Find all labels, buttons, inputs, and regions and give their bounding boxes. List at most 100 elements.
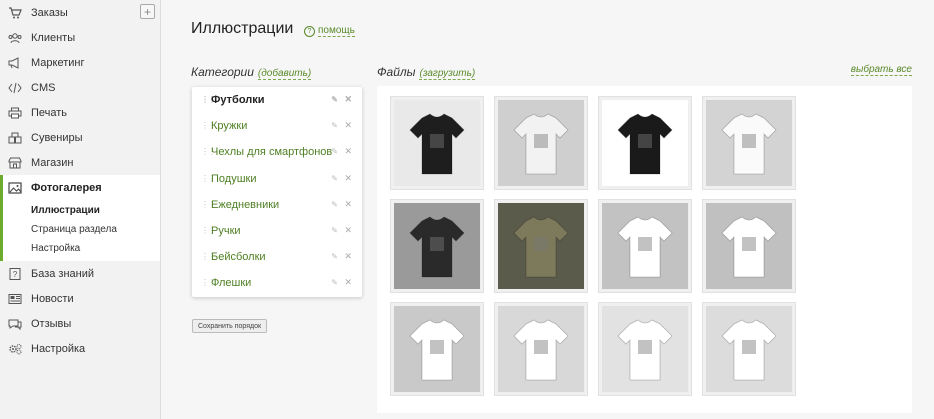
thumbnail-image bbox=[394, 203, 480, 289]
delete-icon[interactable]: ✕ bbox=[344, 173, 352, 184]
delete-icon[interactable]: ✕ bbox=[344, 146, 352, 157]
category-item[interactable]: ⋮⋮ Футболки ✎ ✕ bbox=[192, 87, 362, 113]
thumbnail-image bbox=[602, 203, 688, 289]
category-item[interactable]: ⋮⋮ Флешки ✎ ✕ bbox=[192, 270, 362, 296]
category-label: Подушки bbox=[211, 172, 257, 185]
drag-handle-icon[interactable]: ⋮⋮ bbox=[201, 253, 216, 261]
thumbnail-image bbox=[498, 203, 584, 289]
subnav-item-illustrations[interactable]: Иллюстрации bbox=[0, 201, 160, 220]
sidebar-item-clients[interactable]: Клиенты bbox=[0, 25, 160, 50]
sidebar-item-settings[interactable]: Настройка bbox=[0, 336, 160, 361]
file-thumbnail[interactable] bbox=[702, 96, 796, 190]
categories-list: ⋮⋮ Футболки ✎ ✕ ⋮⋮ Кружки ✎ ✕ ⋮⋮ Чехлы для смартф… bbox=[192, 87, 362, 297]
category-item[interactable]: ⋮⋮ Чехлы для смартфонов ✎ ✕ bbox=[192, 139, 362, 165]
thumbnail-image bbox=[706, 306, 792, 392]
category-label: Ручки bbox=[211, 225, 241, 238]
drag-handle-icon[interactable]: ⋮⋮ bbox=[201, 174, 216, 182]
category-item[interactable]: ⋮⋮ Ручки ✎ ✕ bbox=[192, 218, 362, 244]
save-order-button[interactable]: Сохранить порядок bbox=[192, 319, 268, 333]
category-item[interactable]: ⋮⋮ Ежедневники ✎ ✕ bbox=[192, 192, 362, 218]
category-item[interactable]: ⋮⋮ Кружки ✎ ✕ bbox=[192, 113, 362, 139]
users-icon bbox=[7, 31, 23, 45]
main-content: Иллюстрации ? помощь Категории (добавить)… bbox=[161, 0, 934, 419]
gears-icon bbox=[7, 342, 23, 356]
category-label: Бейсболки bbox=[211, 251, 266, 264]
category-item[interactable]: ⋮⋮ Подушки ✎ ✕ bbox=[192, 166, 362, 192]
edit-icon[interactable]: ✎ bbox=[331, 278, 338, 287]
help-link[interactable]: ? помощь bbox=[304, 25, 355, 37]
sidebar: + Заказы Клиенты Маркетинг CMS Печать Су… bbox=[0, 0, 161, 419]
edit-icon[interactable]: ✎ bbox=[331, 226, 338, 235]
edit-icon[interactable]: ✎ bbox=[331, 252, 338, 261]
edit-icon[interactable]: ✎ bbox=[331, 147, 338, 156]
sidebar-item-label: Маркетинг bbox=[31, 56, 85, 69]
sidebar-item-marketing[interactable]: Маркетинг bbox=[0, 50, 160, 75]
sidebar-item-label: Новости bbox=[31, 292, 74, 305]
delete-icon[interactable]: ✕ bbox=[344, 120, 352, 131]
thumbnail-image bbox=[498, 100, 584, 186]
sidebar-item-print[interactable]: Печать bbox=[0, 100, 160, 125]
edit-icon[interactable]: ✎ bbox=[331, 174, 338, 183]
sidebar-item-photogallery[interactable]: Фотогалерея bbox=[0, 175, 160, 200]
drag-handle-icon[interactable]: ⋮⋮ bbox=[201, 122, 216, 130]
category-label: Кружки bbox=[211, 120, 248, 133]
add-category-link[interactable]: (добавить) bbox=[257, 68, 312, 80]
store-icon bbox=[7, 156, 23, 170]
category-label: Ежедневники bbox=[211, 198, 280, 211]
help-icon: ? bbox=[304, 25, 315, 37]
drag-handle-icon[interactable]: ⋮⋮ bbox=[201, 227, 216, 235]
delete-icon[interactable]: ✕ bbox=[344, 94, 352, 105]
edit-icon[interactable]: ✎ bbox=[331, 121, 338, 130]
thumbnail-image bbox=[706, 203, 792, 289]
file-thumbnail[interactable] bbox=[390, 199, 484, 293]
thumbnail-image bbox=[498, 306, 584, 392]
sidebar-item-label: Фотогалерея bbox=[31, 181, 102, 194]
file-thumbnail[interactable] bbox=[598, 199, 692, 293]
help-label: помощь bbox=[318, 25, 355, 37]
file-thumbnail[interactable] bbox=[494, 96, 588, 190]
upload-link[interactable]: (загрузить) bbox=[419, 68, 476, 80]
page-title: Иллюстрации bbox=[191, 20, 294, 37]
select-all-link[interactable]: выбрать все bbox=[850, 64, 912, 76]
drag-handle-icon[interactable]: ⋮⋮ bbox=[201, 148, 216, 156]
sidebar-item-label: Клиенты bbox=[31, 31, 76, 44]
photogallery-submenu: Иллюстрации Страница раздела Настройка bbox=[0, 200, 160, 261]
category-label: Футболки bbox=[211, 94, 265, 107]
file-thumbnail[interactable] bbox=[494, 302, 588, 396]
file-thumbnail[interactable] bbox=[702, 302, 796, 396]
sidebar-item-cms[interactable]: CMS bbox=[0, 75, 160, 100]
delete-icon[interactable]: ✕ bbox=[344, 251, 352, 262]
sidebar-item-souvenirs[interactable]: Сувениры bbox=[0, 125, 160, 150]
sidebar-item-news[interactable]: Новости bbox=[0, 286, 160, 311]
edit-icon[interactable]: ✎ bbox=[331, 95, 338, 104]
file-thumbnail[interactable] bbox=[598, 96, 692, 190]
delete-icon[interactable]: ✕ bbox=[344, 199, 352, 210]
thumbnail-image bbox=[706, 100, 792, 186]
category-label: Чехлы для смартфонов bbox=[211, 146, 333, 159]
files-grid bbox=[377, 86, 912, 413]
sidebar-item-store[interactable]: Магазин bbox=[0, 150, 160, 175]
file-thumbnail[interactable] bbox=[702, 199, 796, 293]
drag-handle-icon[interactable]: ⋮⋮ bbox=[201, 200, 216, 208]
categories-heading: Категории (добавить) bbox=[191, 65, 312, 80]
sidebar-item-knowledge-base[interactable]: ? База знаний bbox=[0, 261, 160, 286]
sidebar-item-reviews[interactable]: Отзывы bbox=[0, 311, 160, 336]
megaphone-icon bbox=[7, 56, 23, 70]
file-thumbnail[interactable] bbox=[390, 96, 484, 190]
drag-handle-icon[interactable]: ⋮⋮ bbox=[201, 96, 216, 104]
subnav-item-section-page[interactable]: Страница раздела bbox=[0, 220, 160, 239]
sidebar-item-label: Настройка bbox=[31, 342, 86, 355]
cart-icon bbox=[7, 6, 23, 20]
file-thumbnail[interactable] bbox=[494, 199, 588, 293]
subnav-item-settings[interactable]: Настройка bbox=[0, 239, 160, 258]
delete-icon[interactable]: ✕ bbox=[344, 277, 352, 288]
category-item[interactable]: ⋮⋮ Бейсболки ✎ ✕ bbox=[192, 244, 362, 270]
edit-icon[interactable]: ✎ bbox=[331, 200, 338, 209]
files-heading: Файлы (загрузить) bbox=[377, 65, 476, 80]
file-thumbnail[interactable] bbox=[390, 302, 484, 396]
file-thumbnail[interactable] bbox=[598, 302, 692, 396]
newspaper-icon bbox=[7, 292, 23, 306]
sidebar-item-orders[interactable]: Заказы bbox=[0, 0, 160, 25]
delete-icon[interactable]: ✕ bbox=[344, 225, 352, 236]
drag-handle-icon[interactable]: ⋮⋮ bbox=[201, 279, 216, 287]
